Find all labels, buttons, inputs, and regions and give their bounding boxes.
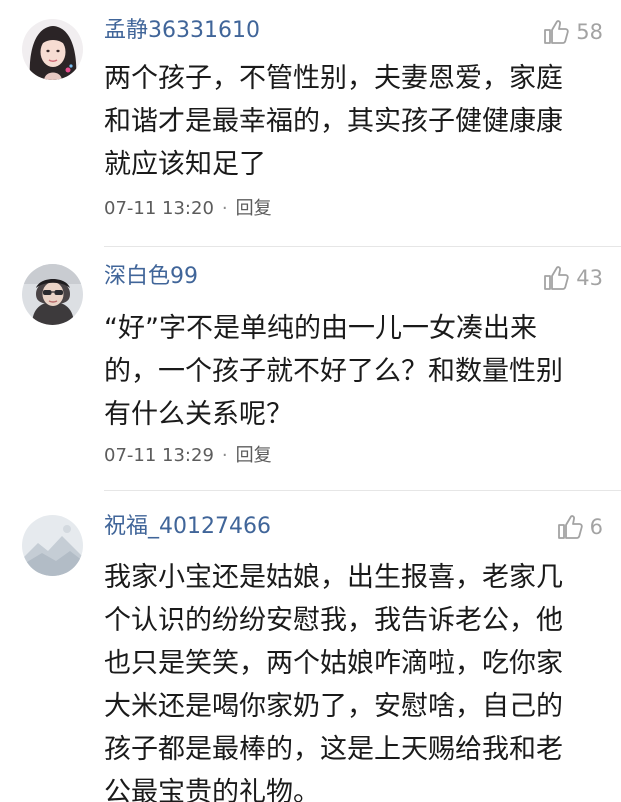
avatar[interactable] <box>22 264 83 325</box>
thumbs-up-icon <box>541 263 571 293</box>
comment-meta: 07-11 13:29 · 回复 <box>104 444 272 468</box>
comment-list: 孟静36331610 58 两个孩子，不管性别，夫妻恩爱，家庭 和谐才是最幸福的… <box>0 0 621 802</box>
thumbs-up-icon <box>555 512 585 542</box>
timestamp: 07-11 13:20 <box>104 198 214 219</box>
thumbs-up-icon <box>541 17 571 47</box>
default-avatar-image <box>22 515 83 576</box>
comment-meta: 07-11 13:20 · 回复 <box>104 197 272 221</box>
avatar-image <box>22 264 83 325</box>
meta-separator: · <box>221 198 228 219</box>
comment-item: 孟静36331610 58 两个孩子，不管性别，夫妻恩爱，家庭 和谐才是最幸福的… <box>0 0 621 246</box>
reply-button[interactable]: 回复 <box>236 198 272 219</box>
username[interactable]: 祝福_40127466 <box>104 512 271 542</box>
comment-text: 我家小宝还是姑娘，出生报喜，老家几 个认识的纷纷安慰我，我告诉老公，他 也只是笑… <box>104 562 563 802</box>
timestamp: 07-11 13:29 <box>104 445 214 466</box>
username[interactable]: 深白色99 <box>104 262 198 292</box>
like-count: 43 <box>576 266 603 290</box>
avatar[interactable] <box>22 19 83 80</box>
comment-item: 深白色99 43 “好”字不是单纯的由一儿一女凑出来 的，一个孩子就不好了么？和… <box>0 246 621 490</box>
comment-text: “好”字不是单纯的由一儿一女凑出来 的，一个孩子就不好了么？和数量性别 有什么关… <box>104 313 563 430</box>
like-count: 6 <box>589 515 603 539</box>
like-count: 58 <box>576 20 603 44</box>
like-button[interactable]: 58 <box>541 17 603 47</box>
avatar-image <box>22 19 83 80</box>
like-button[interactable]: 6 <box>555 512 603 542</box>
reply-button[interactable]: 回复 <box>236 445 272 466</box>
username[interactable]: 孟静36331610 <box>104 16 260 46</box>
meta-separator: · <box>221 445 228 466</box>
like-button[interactable]: 43 <box>541 263 603 293</box>
avatar[interactable] <box>22 515 83 576</box>
comment-item: 祝福_40127466 6 我家小宝还是姑娘，出生报喜，老家几 个认识的纷纷安慰… <box>0 490 621 802</box>
comment-text: 两个孩子，不管性别，夫妻恩爱，家庭 和谐才是最幸福的，其实孩子健健康康 就应该知… <box>104 63 563 180</box>
